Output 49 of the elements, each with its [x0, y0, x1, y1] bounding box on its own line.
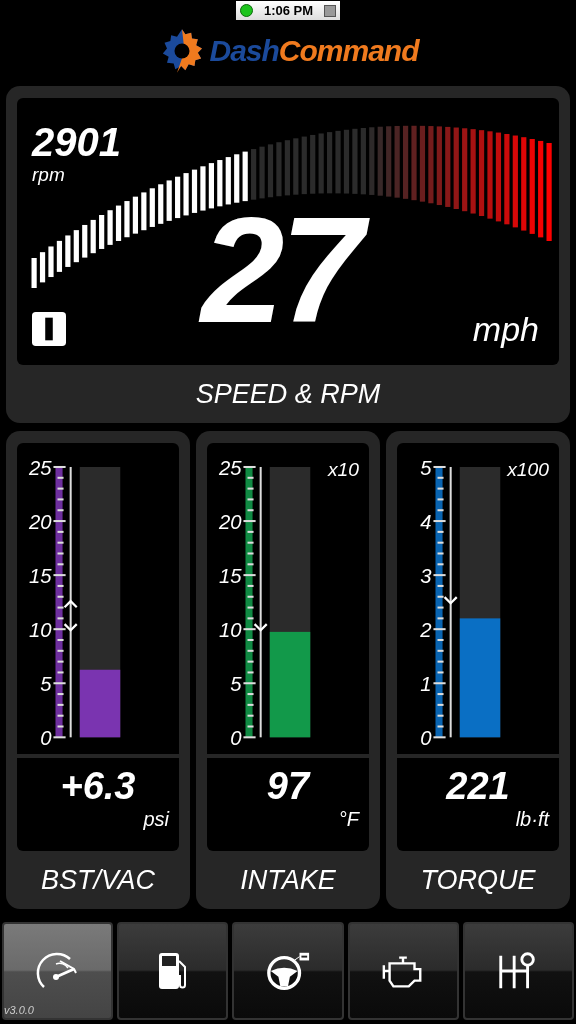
tab-button[interactable]: v3.0.0	[2, 922, 114, 1020]
speed-unit: mph	[472, 310, 539, 349]
panel-title: TORQUE	[420, 864, 536, 897]
tick-label: 2	[420, 619, 432, 642]
tick-label: 5	[420, 457, 432, 480]
tick-label: 15	[28, 565, 52, 588]
tab-button[interactable]	[232, 922, 344, 1020]
tick-label: 20	[218, 511, 242, 534]
min-marker-icon	[253, 623, 268, 632]
tick-label: 15	[218, 565, 242, 588]
scale-multiplier: x100	[507, 459, 549, 481]
gear-indicator-icon	[32, 311, 66, 347]
tick-label: 1	[420, 673, 432, 696]
gauge-unit: lb·ft	[515, 808, 549, 832]
tick-label: 0	[230, 727, 242, 750]
tick-label: 20	[28, 511, 52, 534]
panel-title: INTAKE	[240, 864, 336, 897]
tick-label: 10	[28, 619, 52, 642]
tab-button[interactable]	[462, 922, 574, 1020]
rpm-unit: rpm	[32, 164, 66, 186]
stop-icon	[324, 4, 336, 17]
tick-label: 0	[420, 727, 432, 750]
speed-value: 27	[195, 180, 374, 360]
tick-label: 4	[420, 511, 432, 534]
max-marker-icon	[63, 599, 78, 608]
gauge-value: +6.3	[60, 764, 136, 809]
gauge-unit: psi	[143, 808, 169, 832]
tick-label: 0	[40, 727, 52, 750]
tick-label: 25	[218, 457, 242, 480]
version-label: v3.0.0	[4, 1004, 34, 1016]
gauge-value: 221	[446, 764, 510, 809]
gauge-unit: °F	[338, 808, 359, 832]
tick-label: 5	[230, 673, 242, 696]
connection-icon	[240, 4, 253, 17]
tick-label: 5	[40, 673, 52, 696]
min-marker-icon	[443, 596, 458, 605]
panel-title: BST/VAC	[40, 864, 155, 897]
clock-time: 1:06 PM	[263, 3, 314, 18]
panel-title: SPEED & RPM	[195, 378, 381, 411]
tick-label: 3	[420, 565, 432, 588]
app-logo-text: DashCommand	[209, 34, 419, 68]
rpm-value: 2901	[32, 120, 121, 164]
tab-button[interactable]	[117, 922, 229, 1020]
scale-multiplier: x10	[327, 459, 359, 481]
gauge-value: 97	[266, 764, 310, 809]
min-marker-icon	[63, 623, 78, 632]
tick-label: 25	[28, 457, 52, 480]
tick-label: 10	[218, 619, 242, 642]
tab-button[interactable]	[347, 922, 459, 1020]
